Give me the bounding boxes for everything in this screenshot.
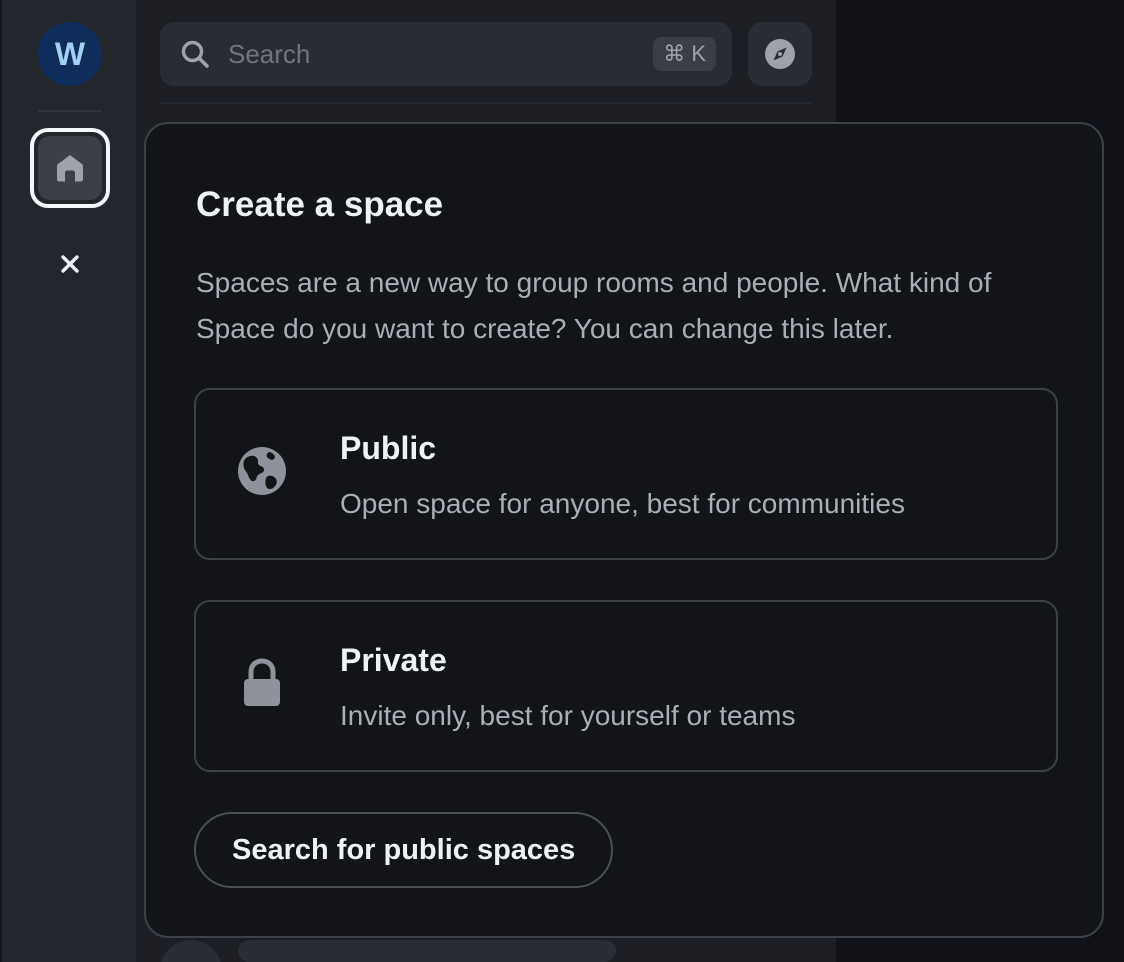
user-avatar[interactable]: W [38,22,102,86]
room-skeleton-avatar [160,940,222,962]
close-icon [61,255,79,273]
explore-rooms-button[interactable] [748,22,812,86]
option-icon-wrapper [234,655,290,711]
avatar-letter: W [54,35,86,72]
home-icon [57,155,83,182]
globe-icon [238,447,286,495]
private-space-option[interactable]: Private Invite only, best for yourself o… [194,600,1058,772]
menu-description: Spaces are a new way to group rooms and … [196,267,992,344]
search-button[interactable]: Search ⌘ K [160,22,732,86]
search-public-spaces-button[interactable]: Search for public spaces [194,812,614,888]
spacebar-divider [38,110,102,112]
room-skeleton-line [238,940,616,962]
lock-icon [244,658,280,706]
create-space-menu: Create a space Spaces are a new way to g… [144,122,1104,938]
search-placeholder: Search [228,39,311,69]
public-space-option[interactable]: Public Open space for anyone, best for c… [194,388,1058,560]
search-shortcut-badge: ⌘ K [653,37,716,71]
option-icon-wrapper [234,443,290,499]
space-bar: W [0,0,136,962]
compass-icon [765,39,795,69]
private-option-description: Invite only, best for yourself or teams [340,700,796,731]
roomlist-divider [160,102,812,104]
public-option-title: Public [340,430,437,466]
app-window: W Search ⌘ K Create a space Spaces are a… [0,0,1124,962]
close-button[interactable] [50,244,90,284]
private-option-title: Private [340,642,447,678]
search-icon [181,40,209,68]
public-option-description: Open space for anyone, best for communit… [340,488,905,519]
home-button[interactable] [30,128,110,208]
home-button-inner [38,136,102,200]
menu-title: Create a space [196,185,444,224]
